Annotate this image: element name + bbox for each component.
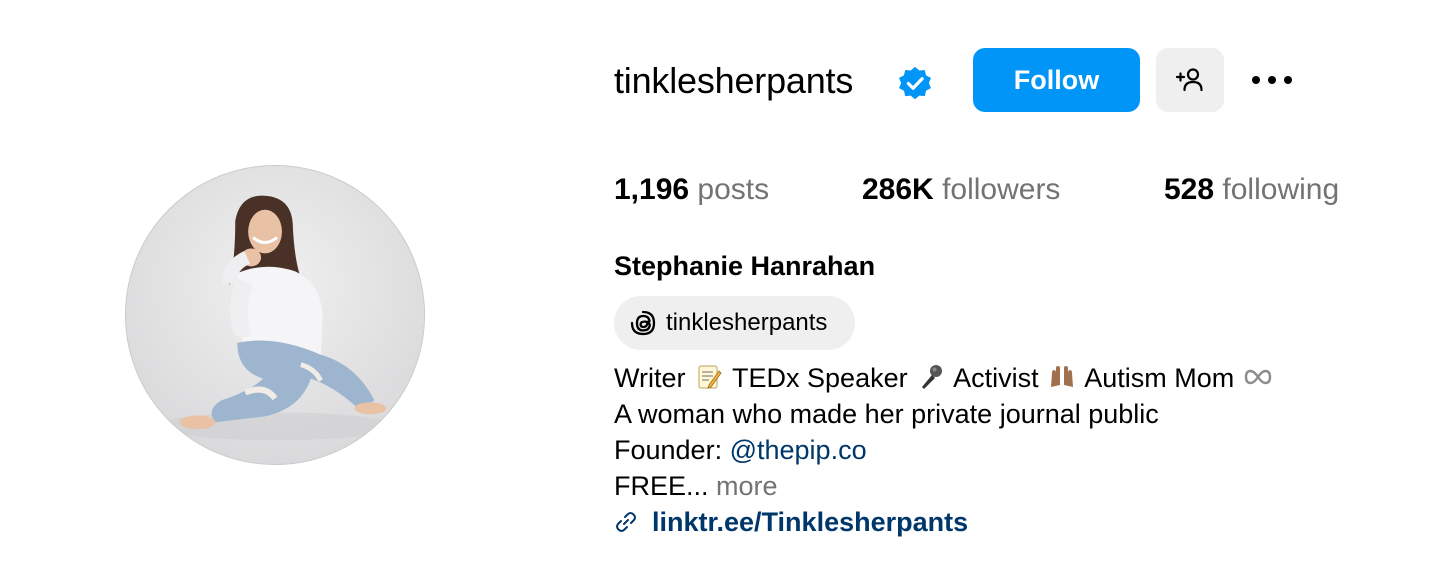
posts-count: 1,196 [614, 173, 690, 206]
threads-handle: tinklesherpants [666, 309, 828, 336]
posts-stat[interactable]: 1,196 posts [614, 168, 769, 212]
profile-full-name: Stephanie Hanrahan [614, 251, 876, 281]
bio-truncated-text: FREE... [614, 471, 709, 501]
bio-founder-label: Founder: [614, 435, 723, 465]
link-icon [616, 512, 636, 532]
external-link-text: linktr.ee/Tinklesherpants [652, 506, 969, 537]
add-user-button[interactable] [1156, 48, 1224, 112]
followers-count: 286K [862, 173, 934, 206]
profile-username: tinklesherpants [614, 60, 854, 101]
bio-activist: Activist [953, 363, 1039, 393]
add-user-icon [1175, 68, 1203, 92]
infinity-emoji-icon [1244, 369, 1271, 385]
bio-line-1: Writer TEDx Speaker Activist Autism Mom [614, 360, 1394, 396]
bio-autism-mom: Autism Mom [1084, 363, 1235, 393]
external-link[interactable]: linktr.ee/Tinklesherpants [614, 504, 968, 540]
verified-badge-icon [899, 66, 931, 100]
memo-emoji-icon [698, 365, 722, 389]
following-label: following [1222, 173, 1340, 206]
avatar-photo [126, 166, 424, 464]
profile-avatar[interactable] [125, 165, 425, 465]
following-count: 528 [1164, 173, 1215, 206]
profile-bio: Writer TEDx Speaker Activist Autism Mom … [614, 360, 1394, 504]
bio-mention-link[interactable]: @thepip.co [730, 435, 867, 465]
followers-label: followers [942, 173, 1061, 206]
bio-writer: Writer [614, 363, 686, 393]
follow-button[interactable]: Follow [973, 48, 1140, 112]
following-stat[interactable]: 528 following [1164, 168, 1339, 212]
bio-line-4: FREE... more [614, 468, 1394, 504]
more-options-button[interactable] [1240, 56, 1304, 104]
followers-stat[interactable]: 286K followers [862, 168, 1060, 212]
posts-label: posts [697, 173, 770, 206]
bio-tedx: TEDx Speaker [732, 363, 908, 393]
more-options-icon [1252, 76, 1292, 84]
raising-hands-emoji-icon [1051, 366, 1074, 387]
bio-line-2: A woman who made her private journal pub… [614, 399, 1159, 429]
bio-line-3: Founder: @thepip.co [614, 432, 1394, 468]
bio-more-button[interactable]: more [716, 471, 778, 501]
threads-profile-link[interactable]: tinklesherpants [614, 296, 855, 350]
threads-icon [630, 310, 656, 336]
microphone-emoji-icon [922, 365, 943, 389]
